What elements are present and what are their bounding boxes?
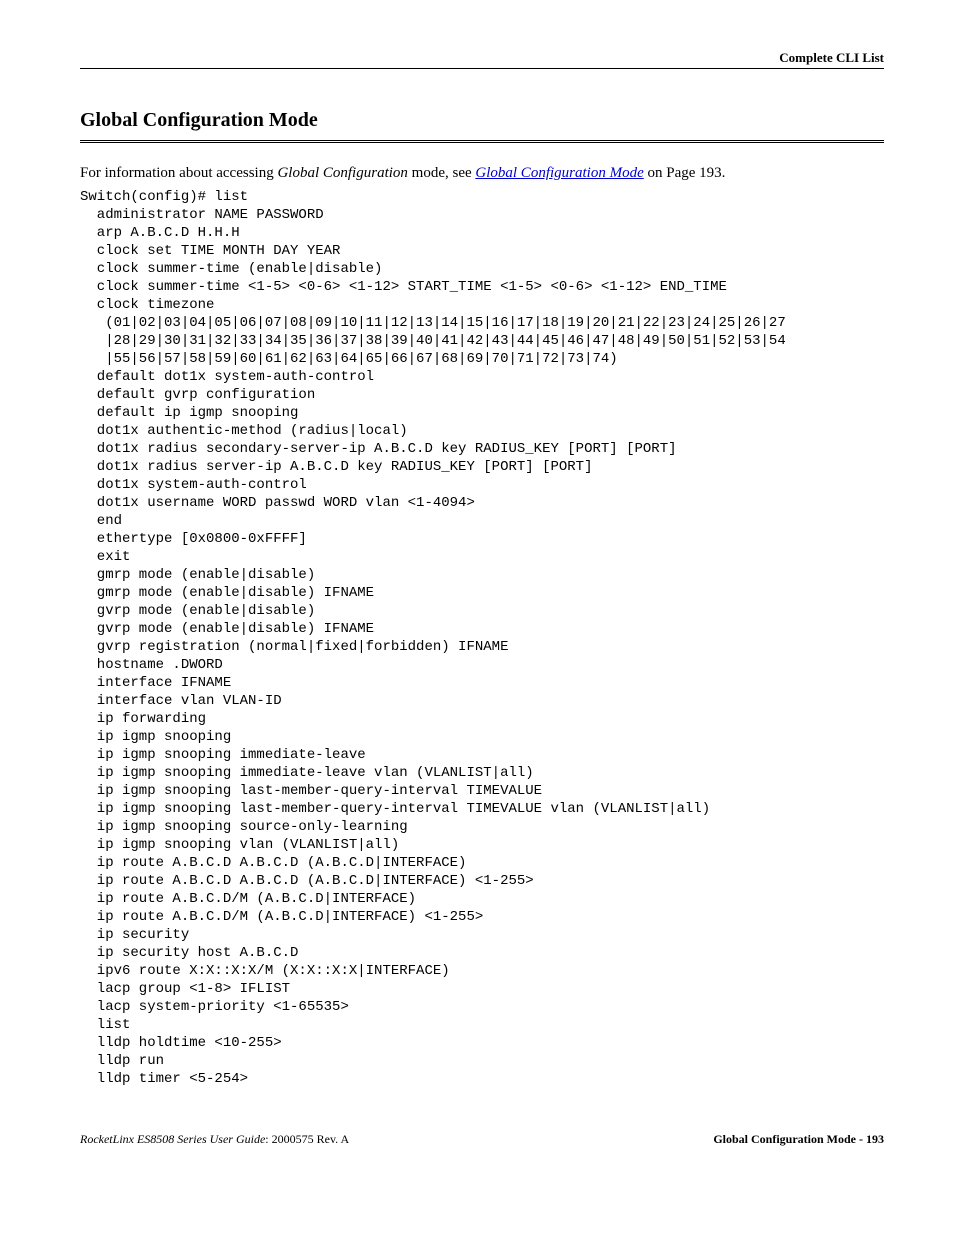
page-footer: RocketLinx ES8508 Series User Guide: 200… <box>80 1128 884 1147</box>
footer-docnum: : 2000575 Rev. A <box>265 1132 349 1146</box>
footer-left: RocketLinx ES8508 Series User Guide: 200… <box>80 1132 349 1147</box>
cli-listing: Switch(config)# list administrator NAME … <box>80 188 884 1088</box>
intro-mid: mode, see <box>408 165 475 181</box>
footer-right: Global Configuration Mode - 193 <box>713 1132 884 1147</box>
header-rule <box>80 68 884 69</box>
footer-guide-title: RocketLinx ES8508 Series User Guide <box>80 1132 265 1146</box>
page-header: Complete CLI List <box>80 50 884 69</box>
intro-mode-name: Global Configuration <box>277 165 407 181</box>
page: Complete CLI List Global Configuration M… <box>0 0 954 1187</box>
section-rule <box>80 140 884 143</box>
running-title: Complete CLI List <box>80 50 884 68</box>
section-title: Global Configuration Mode <box>80 109 884 132</box>
intro-prefix: For information about accessing <box>80 165 277 181</box>
intro-suffix: on Page 193. <box>644 165 726 181</box>
intro-paragraph: For information about accessing Global C… <box>80 165 884 182</box>
intro-link[interactable]: Global Configuration Mode <box>475 165 643 181</box>
